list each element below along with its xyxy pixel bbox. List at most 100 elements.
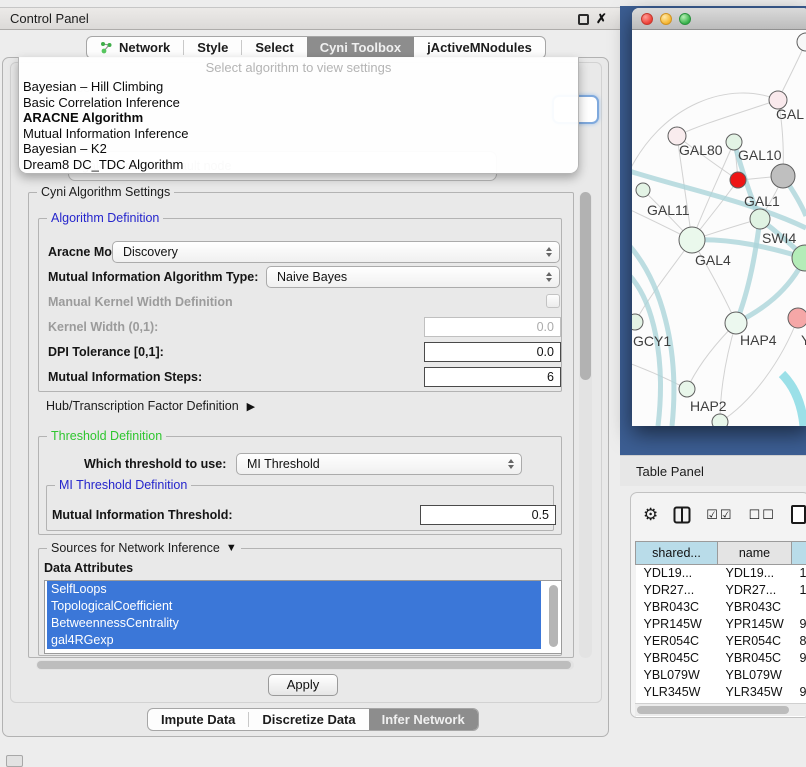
network-node[interactable] xyxy=(712,414,728,426)
network-node-gal11[interactable] xyxy=(636,183,650,197)
network-node-hap2[interactable] xyxy=(679,381,695,397)
panel-grip-icon[interactable] xyxy=(6,755,23,767)
table-cell: 12 xyxy=(792,582,806,599)
algorithm-option[interactable]: ARACNE Algorithm xyxy=(19,110,578,126)
table-row[interactable]: YBL079WYBL079W xyxy=(636,667,806,684)
close-traffic-light[interactable] xyxy=(641,13,653,25)
table-cell: YBL079W xyxy=(636,667,718,684)
algorithm-definition-title: Algorithm Definition xyxy=(47,211,163,225)
algorithm-dropdown-placeholder: Select algorithm to view settings xyxy=(19,57,578,79)
attribute-list-item[interactable]: SelfLoops xyxy=(47,581,541,598)
table-cell: YDR27... xyxy=(718,582,792,599)
algorithm-option[interactable]: Bayesian – K2 xyxy=(19,141,578,157)
column-header[interactable]: shared... xyxy=(636,542,718,565)
table-cell: 9. xyxy=(792,684,806,701)
attribute-list-item[interactable]: TopologicalCoefficient xyxy=(47,598,541,615)
table-cell xyxy=(792,599,806,616)
tab-network[interactable]: Network xyxy=(87,37,183,58)
network-node-gal4[interactable] xyxy=(679,227,705,253)
mi-threshold-input[interactable]: 0.5 xyxy=(420,505,556,525)
mi-steps-label: Mutual Information Steps: xyxy=(48,370,202,384)
columns-icon[interactable] xyxy=(673,506,691,524)
aracne-mode-combo[interactable]: Discovery xyxy=(112,241,560,263)
stepper-arrows-icon xyxy=(546,272,552,282)
table-row[interactable]: YLR345WYLR345W9. xyxy=(636,684,806,701)
table-hscrollbar-track[interactable] xyxy=(635,703,806,716)
hub-definition-toggle[interactable]: Hub/Transcription Factor Definition ▶ xyxy=(46,399,255,413)
zoom-traffic-light[interactable] xyxy=(679,13,691,25)
deselect-all-checkboxes-icon[interactable]: ☐☐ xyxy=(749,506,776,524)
network-node-hap4[interactable] xyxy=(725,312,747,334)
table-row[interactable]: YBR045CYBR045C9. xyxy=(636,650,806,667)
tab-label: jActiveMNodules xyxy=(427,40,532,55)
tab-label: Impute Data xyxy=(161,712,235,727)
gear-icon[interactable]: ⚙ xyxy=(643,506,658,524)
tab-cyni-toolbox[interactable]: Cyni Toolbox xyxy=(307,37,414,58)
mi-algorithm-type-value: Naive Bayes xyxy=(277,270,347,284)
sources-toggle[interactable]: Sources for Network Inference ▼ xyxy=(47,541,241,555)
node-label: SWI4 xyxy=(762,230,796,246)
algorithm-option[interactable]: Bayesian – Hill Climbing xyxy=(19,79,578,95)
table-toolbar: ⚙ ☑☑ ☐☐ xyxy=(643,505,806,524)
settings-hscrollbar-track[interactable] xyxy=(36,660,574,670)
select-all-checkboxes-icon[interactable]: ☑☑ xyxy=(706,506,733,524)
tab-select[interactable]: Select xyxy=(242,37,306,58)
collapsed-arrow-icon: ▶ xyxy=(247,400,255,413)
table-row[interactable]: YER054CYER054C8. xyxy=(636,633,806,650)
threshold-definition-title: Threshold Definition xyxy=(47,429,166,443)
apply-button[interactable]: Apply xyxy=(268,674,338,696)
tab-discretize-data[interactable]: Discretize Data xyxy=(249,709,368,730)
tab-impute-data[interactable]: Impute Data xyxy=(148,709,248,730)
algorithm-option[interactable]: Mutual Information Inference xyxy=(19,126,578,142)
column-header[interactable]: name xyxy=(718,542,792,565)
mi-steps-input[interactable]: 6 xyxy=(424,367,561,387)
network-node-gcy1[interactable] xyxy=(632,314,643,330)
network-edge xyxy=(632,93,778,178)
table-cell: YBR043C xyxy=(636,599,718,616)
algorithm-option[interactable]: Basic Correlation Inference xyxy=(19,95,578,111)
network-node-gal1[interactable] xyxy=(750,209,770,229)
tab-jactivemnodules[interactable]: jActiveMNodules xyxy=(414,37,545,58)
settings-hscrollbar-thumb[interactable] xyxy=(37,661,571,669)
cyni-algorithm-settings-title: Cyni Algorithm Settings xyxy=(37,185,174,199)
table-hscrollbar-thumb[interactable] xyxy=(637,706,789,714)
expanded-arrow-icon: ▼ xyxy=(226,542,237,554)
attribute-list-item[interactable]: gal4RGexp xyxy=(47,632,541,649)
manual-kernel-width-checkbox[interactable] xyxy=(546,294,560,308)
algorithm-option[interactable]: Dream8 DC_TDC Algorithm xyxy=(19,157,578,173)
table-panel-title: Table Panel xyxy=(636,464,704,479)
table-row[interactable]: YBR043CYBR043C xyxy=(636,599,806,616)
table-row[interactable]: YDR27...YDR27...12 xyxy=(636,582,806,599)
float-window-icon[interactable] xyxy=(578,14,589,25)
tab-infer-network[interactable]: Infer Network xyxy=(369,709,478,730)
data-attributes-list[interactable]: SelfLoopsTopologicalCoefficientBetweenne… xyxy=(44,580,562,654)
mi-algorithm-type-combo[interactable]: Naive Bayes xyxy=(266,266,560,288)
network-canvas[interactable]: GALGAL80GAL10GAL11GAL1SWI4GAL4GCY1HAP4YH… xyxy=(632,30,806,426)
network-node[interactable] xyxy=(771,164,795,188)
table-cell: YBL079W xyxy=(718,667,792,684)
network-edge xyxy=(687,323,736,389)
bottom-tab-bar: Impute Data Discretize DataInfer Network xyxy=(147,708,479,731)
table-row[interactable]: YPR145WYPR145W9. xyxy=(636,616,806,633)
network-node-y[interactable] xyxy=(788,308,806,328)
column-header[interactable] xyxy=(792,542,806,565)
node-label: GAL11 xyxy=(647,202,690,218)
network-node[interactable] xyxy=(730,172,746,188)
settings-scrollbar-thumb[interactable] xyxy=(580,192,591,380)
minimize-traffic-light[interactable] xyxy=(660,13,672,25)
attribute-list-item[interactable]: BetweennessCentrality xyxy=(47,615,541,632)
table-panel: ⚙ ☑☑ ☐☐ shared...name YDL19...YDL19...13… xyxy=(630,492,806,718)
close-icon[interactable]: ✗ xyxy=(596,11,607,27)
which-threshold-label: Which threshold to use: xyxy=(84,457,226,471)
which-threshold-combo[interactable]: MI Threshold xyxy=(236,453,522,475)
kernel-width-input[interactable]: 0.0 xyxy=(424,317,561,337)
table-cell: YER054C xyxy=(718,633,792,650)
dpi-tolerance-input[interactable]: 0.0 xyxy=(424,342,561,362)
table-row[interactable]: YDL19...YDL19...13 xyxy=(636,565,806,582)
export-table-icon[interactable] xyxy=(791,505,806,524)
attributes-scrollbar-thumb[interactable] xyxy=(549,585,558,647)
network-node[interactable] xyxy=(797,33,806,51)
network-edge xyxy=(736,219,760,323)
tab-style[interactable]: Style xyxy=(184,37,241,58)
table-cell: YLR345W xyxy=(718,684,792,701)
